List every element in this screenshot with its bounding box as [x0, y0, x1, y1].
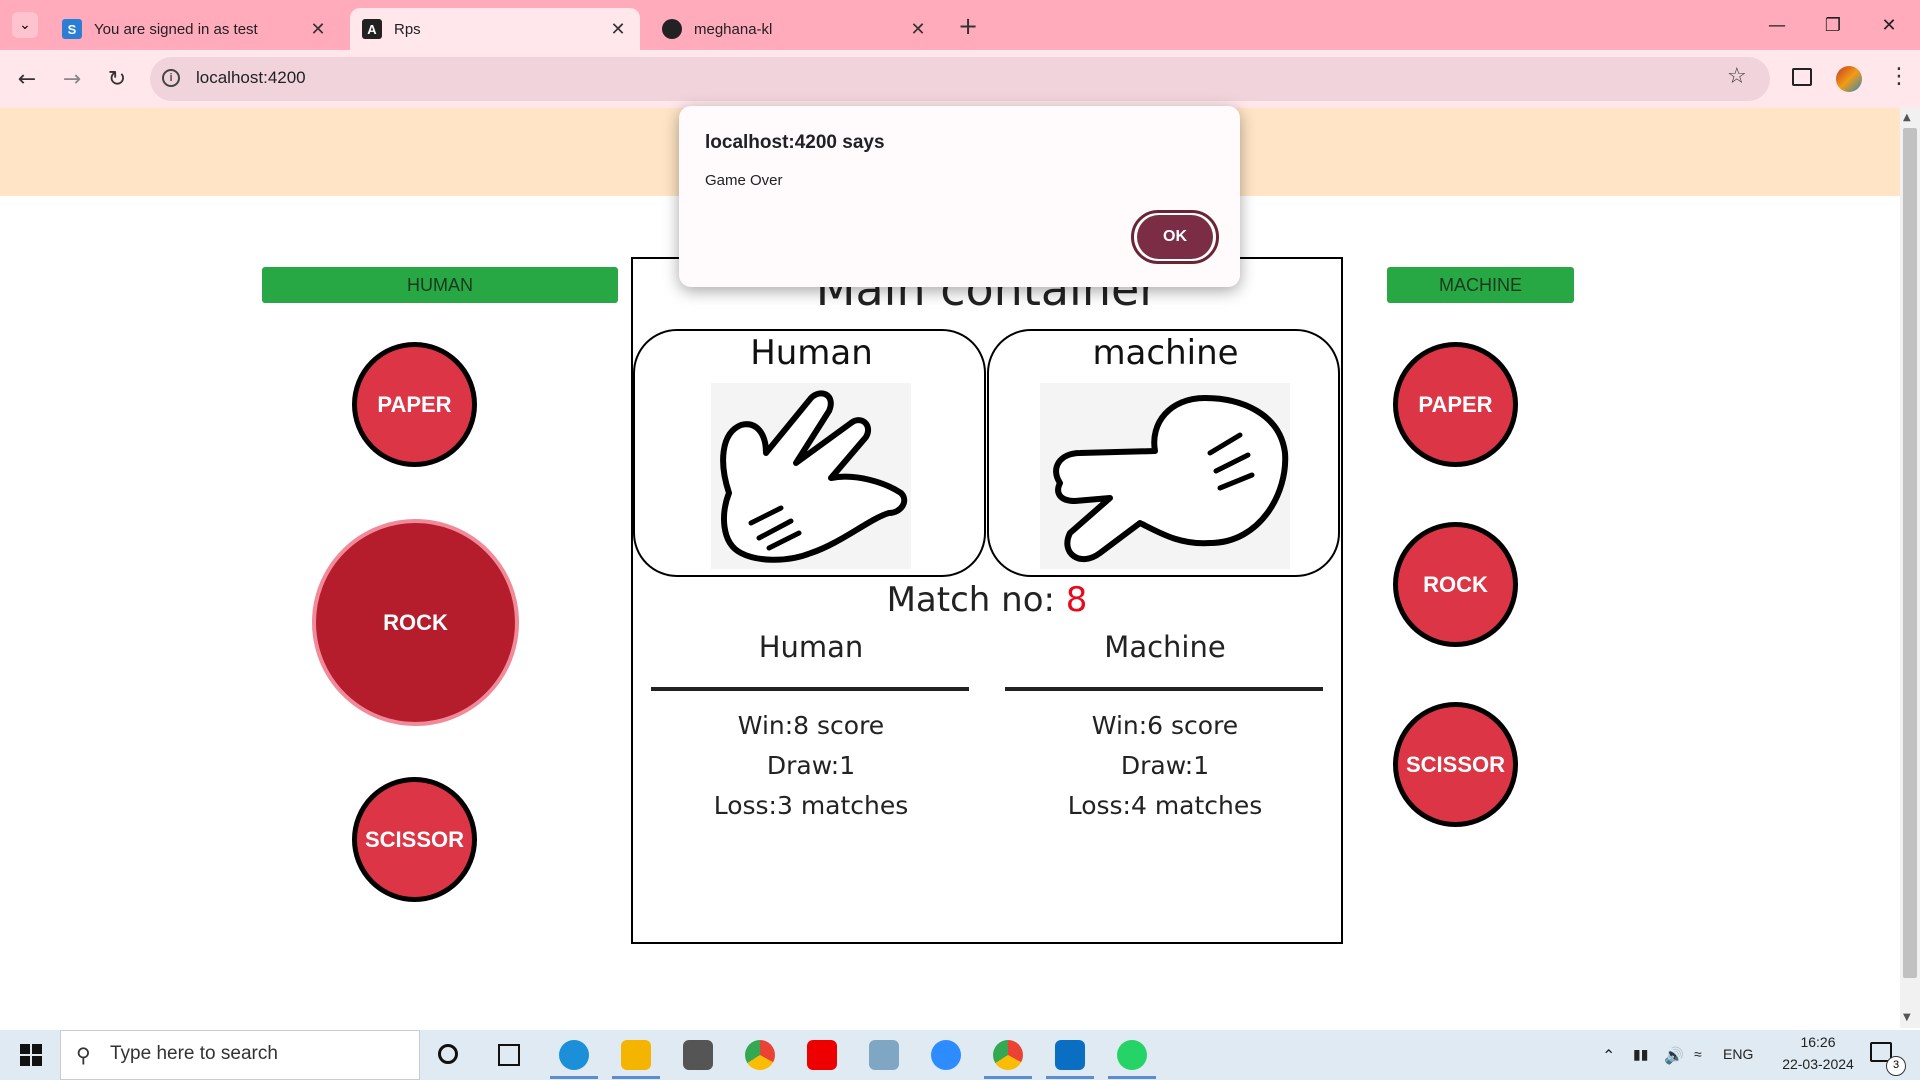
- match-number: 8: [1065, 580, 1088, 620]
- machine-divider: [1005, 687, 1323, 691]
- chrome-active-indicator: [984, 1076, 1032, 1079]
- youtube-icon[interactable]: [807, 1040, 837, 1070]
- machine-stats-heading: Machine: [1104, 630, 1226, 664]
- battery-icon[interactable]: ▮▮: [1633, 1046, 1648, 1063]
- machine-card-title: machine: [1092, 333, 1239, 373]
- avatar[interactable]: [1836, 66, 1862, 92]
- tab-github[interactable]: meghana-kl ✕: [650, 8, 940, 50]
- machine-win: Win:6 score: [1091, 711, 1239, 740]
- scissors-hand-icon: [1053, 395, 1289, 562]
- close-icon[interactable]: ✕: [608, 19, 628, 40]
- search-placeholder[interactable]: Type here to search: [110, 1043, 278, 1065]
- tab-title: meghana-kl: [694, 20, 773, 38]
- tab-rps[interactable]: A Rps ✕: [350, 8, 640, 50]
- language-indicator[interactable]: ENG: [1723, 1046, 1753, 1062]
- close-window-button[interactable]: ✕: [1867, 10, 1911, 40]
- ok-button[interactable]: OK: [1131, 210, 1219, 264]
- reload-icon: ↻: [107, 66, 127, 92]
- back-button[interactable]: ←: [12, 64, 42, 94]
- arrow-left-icon: ←: [17, 66, 37, 92]
- cortana-icon[interactable]: [438, 1044, 458, 1064]
- machine-draw: Draw:1: [1120, 751, 1210, 780]
- arrow-right-icon: →: [62, 66, 82, 92]
- machine-label: MACHINE: [1387, 267, 1574, 303]
- machine-paper-button[interactable]: PAPER: [1393, 342, 1518, 467]
- forward-button[interactable]: →: [57, 64, 87, 94]
- close-icon[interactable]: ✕: [308, 19, 328, 40]
- human-label: HUMAN: [262, 267, 618, 303]
- whatsapp-active-indicator: [1108, 1076, 1156, 1079]
- menu-kebab-icon[interactable]: ⋮: [1888, 64, 1910, 89]
- show-hidden-icons-icon[interactable]: ⌃: [1602, 1046, 1615, 1066]
- clock-time[interactable]: 16:26: [1786, 1034, 1850, 1050]
- close-icon[interactable]: ✕: [908, 19, 928, 40]
- site-info-icon[interactable]: i: [162, 69, 180, 87]
- side-panel-icon[interactable]: [1792, 68, 1812, 86]
- plus-icon: +: [958, 12, 979, 40]
- machine-rock-button[interactable]: ROCK: [1393, 522, 1518, 647]
- match-number-line: Match no: 8: [631, 580, 1343, 620]
- whatsapp-icon[interactable]: [1117, 1040, 1147, 1070]
- match-label: Match no:: [886, 580, 1066, 620]
- ok-button-label: OK: [1137, 215, 1213, 259]
- human-card-title: Human: [750, 333, 873, 373]
- machine-scissor-button[interactable]: SCISSOR: [1393, 702, 1518, 827]
- human-loss: Loss:3 matches: [713, 791, 909, 820]
- machine-choice-card: machine: [987, 329, 1340, 577]
- windows-start-icon[interactable]: [20, 1044, 42, 1066]
- restore-button[interactable]: ❐: [1811, 10, 1855, 40]
- tab-title: You are signed in as test: [94, 20, 258, 38]
- chrome-profile-icon[interactable]: [993, 1040, 1023, 1070]
- zoom-icon[interactable]: [931, 1040, 961, 1070]
- scissors-hand-icon: [720, 390, 908, 563]
- new-tab-button[interactable]: +: [958, 12, 978, 40]
- close-icon: ✕: [1881, 14, 1897, 36]
- mail-icon[interactable]: [683, 1040, 713, 1070]
- edge-icon[interactable]: [559, 1040, 589, 1070]
- vscode-icon[interactable]: [1055, 1040, 1085, 1070]
- human-stats-heading: Human: [758, 630, 864, 664]
- bookmark-star-icon[interactable]: ☆: [1727, 64, 1747, 89]
- dialog-message: Game Over: [705, 172, 783, 189]
- explorer-active-indicator: [612, 1076, 660, 1079]
- dialog-title: localhost:4200 says: [705, 132, 885, 153]
- volume-icon[interactable]: 🔊: [1664, 1046, 1684, 1066]
- human-choice-card: Human: [633, 329, 986, 577]
- human-hand-image: [711, 383, 911, 569]
- notification-badge: 3: [1886, 1056, 1906, 1076]
- minimize-icon: —: [1768, 14, 1786, 36]
- task-view-icon[interactable]: [498, 1044, 520, 1066]
- human-scissor-button[interactable]: SCISSOR: [352, 777, 477, 902]
- scrollbar-thumb[interactable]: [1903, 128, 1917, 978]
- chevron-down-icon: ⌄: [19, 17, 31, 33]
- reload-button[interactable]: ↻: [102, 64, 132, 94]
- scroll-down-icon[interactable]: ▼: [1903, 1012, 1911, 1023]
- chrome-icon[interactable]: [745, 1040, 775, 1070]
- machine-loss: Loss:4 matches: [1067, 791, 1263, 820]
- wifi-icon[interactable]: ≈: [1694, 1046, 1702, 1062]
- human-paper-button[interactable]: PAPER: [352, 342, 477, 467]
- restore-icon: ❐: [1824, 14, 1842, 36]
- vscode-active-indicator: [1046, 1076, 1094, 1079]
- tab-signed-in[interactable]: S You are signed in as test ✕: [50, 8, 340, 50]
- search-icon: ⚲: [76, 1043, 91, 1067]
- tab-search-button[interactable]: ⌄: [12, 12, 38, 38]
- human-divider: [651, 687, 969, 691]
- paint-icon[interactable]: [869, 1040, 899, 1070]
- github-icon: [662, 19, 682, 39]
- human-draw: Draw:1: [766, 751, 856, 780]
- edge-active-indicator: [550, 1076, 598, 1079]
- clock-date[interactable]: 22-03-2024: [1764, 1056, 1872, 1072]
- minimize-button[interactable]: —: [1755, 10, 1799, 40]
- address-bar[interactable]: [150, 57, 1770, 101]
- machine-hand-image: [1040, 383, 1290, 569]
- url-text[interactable]: localhost:4200: [196, 68, 306, 88]
- angular-favicon-icon: A: [362, 19, 382, 39]
- tab-title: Rps: [394, 20, 421, 38]
- file-explorer-icon[interactable]: [621, 1040, 651, 1070]
- human-win: Win:8 score: [737, 711, 885, 740]
- scroll-up-icon[interactable]: ▲: [1903, 112, 1911, 123]
- human-rock-button[interactable]: ROCK: [312, 519, 519, 726]
- s-favicon-icon: S: [62, 19, 82, 39]
